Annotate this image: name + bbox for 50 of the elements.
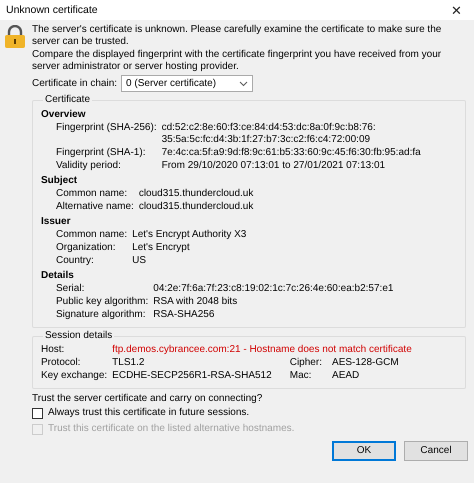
trust-question: Trust the server certificate and carry on connecting? [32,393,264,405]
section-heading: Issuer [41,216,70,228]
section-heading: Details [41,270,74,282]
field-value: RSA with 2048 bits [153,296,238,308]
field-label: Serial: [56,283,84,295]
close-button[interactable]: ✕ [449,2,464,18]
field-label: Signature algorithm: [56,309,146,321]
message-text: The server's certificate is unknown. Please carefully examine the certificate to make sure the server can be trusted. [32,24,442,48]
field-value: RSA-SHA256 [153,309,214,321]
checkbox[interactable] [32,408,43,418]
field-label: Organization: [56,242,116,254]
field-value: US [132,255,146,267]
message-text: Compare the displayed fingerprint with the certificate fingerprint you have received from your server administrator or server hosting provider. [32,49,442,73]
caret-icon [239,80,248,86]
field-value: AES-128-GCM [332,357,400,369]
chain-label: Certificate in chain: [32,78,118,90]
checkbox-label: Trust this certificate on the listed alternative hostnames. [48,423,294,435]
field-value: ECDHE-SECP256R1-RSA-SHA512 [112,370,273,382]
padlock-icon [4,25,26,49]
field-value: cd:52:c2:8e:60:f3:ce:84:d4:53:dc:8a:0f:9c:b8:76: 35:5a:5c:fc:d4:3b:1f:27:b7:3c:c2:f6:c4:72:00:09 [162,122,376,146]
dialog-button[interactable]: OK [332,441,396,461]
certificate-dropdown[interactable]: 0 (Server certificate) [121,75,254,92]
field-label: Cipher: [290,357,323,369]
section-heading: Overview [41,109,86,121]
field-value: From 29/10/2020 07:13:01 to 27/01/2021 07:13:01 [162,160,386,172]
field-label: Key exchange: [41,370,108,382]
field-value: 04:2e:7f:6a:7f:23:c8:19:02:1c:7c:26:4e:60:ea:b2:57:e1 [153,283,394,295]
field-label: Host: [41,344,66,356]
field-value: Let's Encrypt Authority X3 [132,229,246,241]
field-label: Country: [56,255,94,267]
field-value: TLS1.2 [112,357,146,369]
field-value: AEAD [332,370,360,382]
field-label: Alternative name: [56,201,134,213]
section-heading: Subject [41,175,78,187]
field-label: Public key algorithm: [56,296,148,308]
field-label: Common name: [56,229,128,241]
field-value: Let's Encrypt [132,242,190,254]
field-label: Validity period: [56,160,121,172]
host-value: ftp.demos.cybrancee.com:21 - Hostname does not match certificate [112,344,412,356]
window-title: Unknown certificate [6,4,98,16]
field-label: Fingerprint (SHA-256): [56,122,157,135]
field-value: cloud315.thundercloud.uk [138,188,254,200]
field-label: Fingerprint (SHA-1): [56,147,146,159]
field-value: 7e:4c:ca:5f:a9:9d:f8:9c:61:b5:33:60:9c:45:f6:30:fb:95:ad:fa [162,147,421,159]
field-value: cloud315.thundercloud.uk [138,201,254,213]
field-label: Common name: [56,188,128,200]
dialog-button[interactable]: Cancel [404,441,468,461]
field-label: Mac: [290,370,312,382]
field-label: Protocol: [41,357,82,369]
checkbox-label: Always trust this certificate in future sessions. [48,407,250,419]
